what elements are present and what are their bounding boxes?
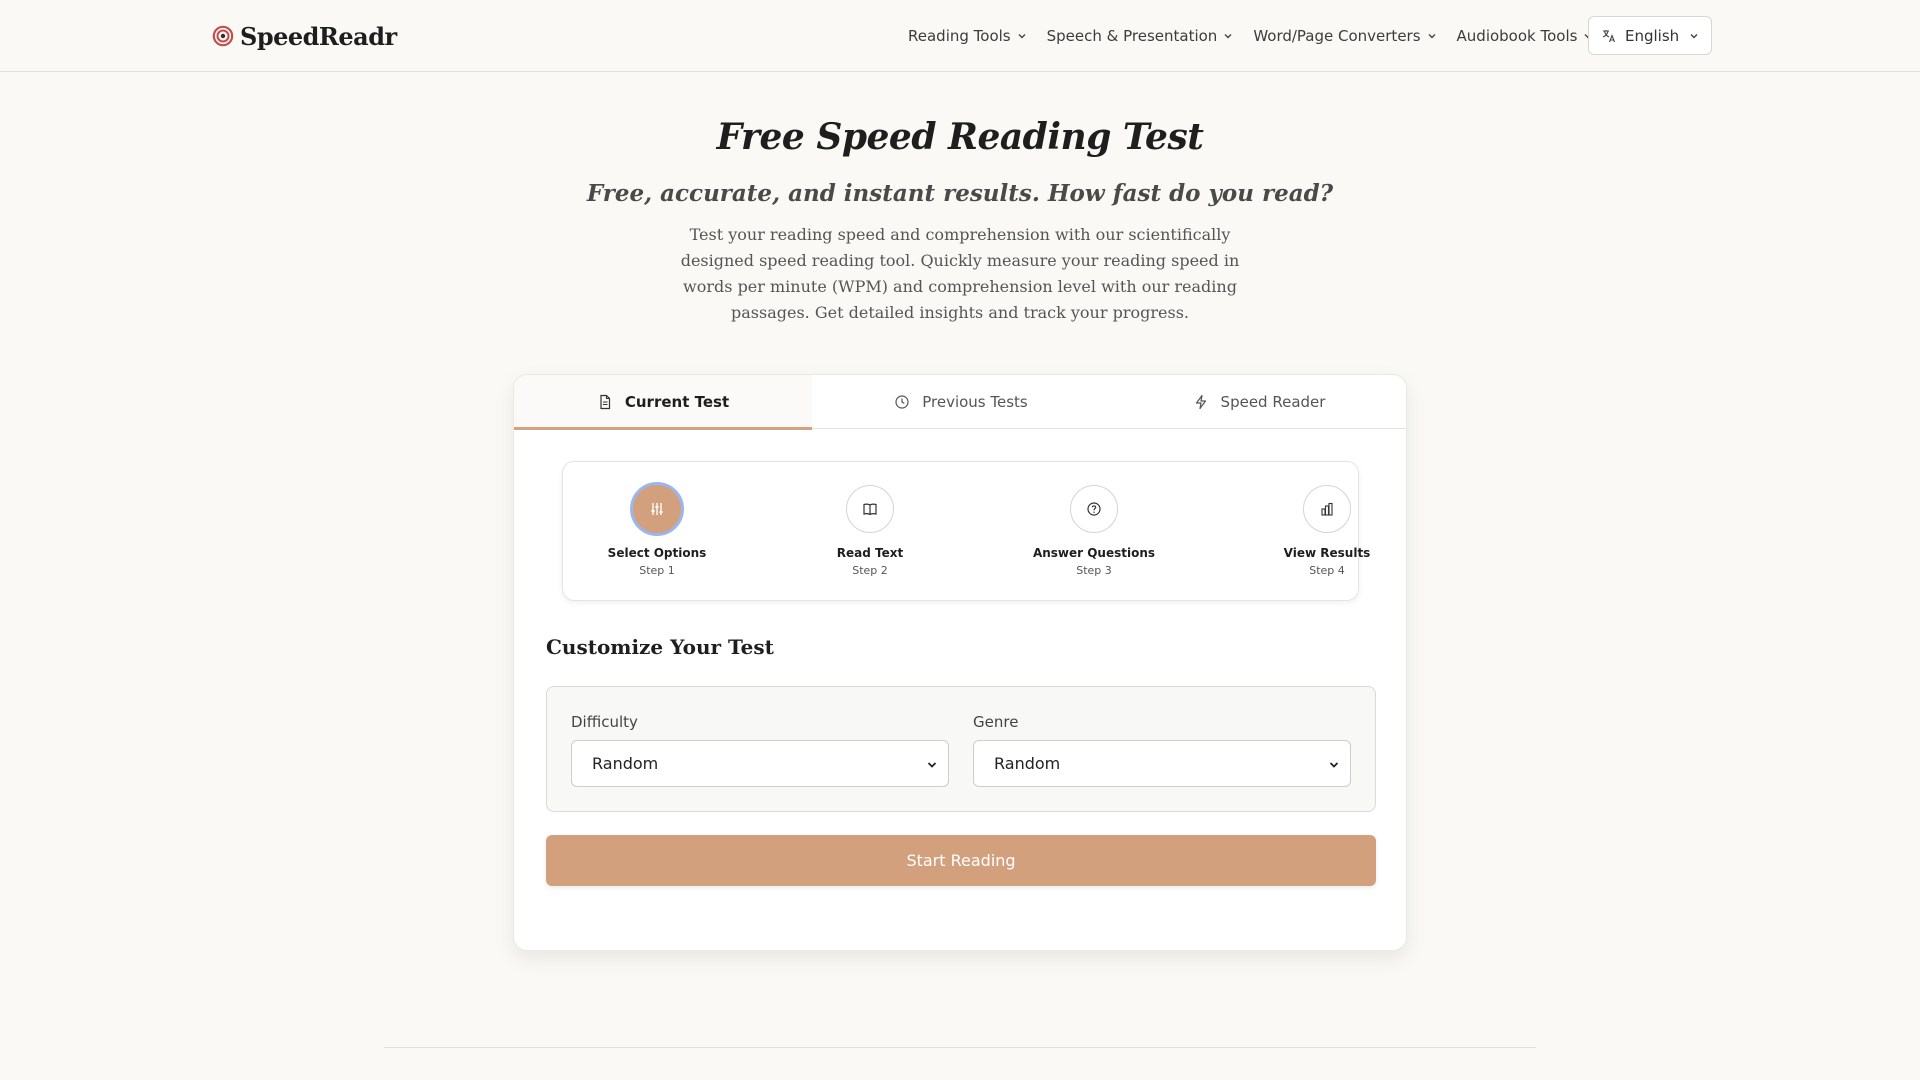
lightning-icon bbox=[1195, 394, 1206, 410]
page-description: Test your reading speed and comprehensio… bbox=[680, 225, 1240, 322]
page-subtitle: Free, accurate, and instant results. How… bbox=[586, 180, 1334, 207]
difficulty-label: Difficulty bbox=[571, 713, 638, 731]
nav-item-label: Audiobook Tools bbox=[1456, 27, 1578, 45]
nav-item-label: Reading Tools bbox=[908, 27, 1011, 45]
difficulty-select[interactable]: Random bbox=[571, 740, 949, 787]
test-card: Current Test Previous Tests Speed Reader bbox=[513, 374, 1407, 951]
step-indicator bbox=[1070, 485, 1118, 533]
chevron-down-icon bbox=[1224, 34, 1232, 39]
bar-chart-icon bbox=[1321, 502, 1333, 516]
difficulty-value: Random bbox=[592, 754, 659, 773]
nav-speech-presentation[interactable]: Speech & Presentation bbox=[1047, 27, 1234, 45]
tab-speed-reader[interactable]: Speed Reader bbox=[1110, 375, 1406, 429]
customize-title: Customize Your Test bbox=[546, 635, 774, 659]
step-number: Step 4 bbox=[1309, 564, 1345, 577]
clock-icon bbox=[895, 395, 909, 409]
language-label: English bbox=[1625, 26, 1680, 45]
chevron-down-icon bbox=[1428, 34, 1436, 39]
step-title: Answer Questions bbox=[1032, 546, 1156, 560]
step-select-options: Select Options Step 1 bbox=[577, 462, 737, 602]
step-read-text: Read Text Step 2 bbox=[790, 462, 950, 602]
chevron-down-icon bbox=[927, 762, 937, 768]
book-icon bbox=[863, 503, 877, 516]
step-answer-questions: Answer Questions Step 3 bbox=[1014, 462, 1174, 602]
nav-audiobook-tools[interactable]: Audiobook Tools bbox=[1457, 27, 1594, 45]
start-reading-button[interactable]: Start Reading bbox=[546, 835, 1376, 886]
step-indicator bbox=[846, 485, 894, 533]
nav-reading-tools[interactable]: Reading Tools bbox=[908, 27, 1027, 45]
step-number: Step 1 bbox=[639, 564, 675, 577]
footer-divider bbox=[384, 1047, 1536, 1048]
chevron-down-icon bbox=[1018, 34, 1026, 39]
tab-label: Previous Tests bbox=[922, 393, 1028, 411]
nav-item-label: Word/Page Converters bbox=[1253, 27, 1421, 45]
step-view-results: View Results Step 4 bbox=[1247, 462, 1406, 602]
genre-select[interactable]: Random bbox=[973, 740, 1351, 787]
chevron-down-icon bbox=[1690, 33, 1698, 38]
brand-name: SpeedReadr bbox=[240, 21, 397, 51]
tab-current-test[interactable]: Current Test bbox=[514, 375, 812, 430]
step-title: Select Options bbox=[607, 546, 707, 560]
step-title: Read Text bbox=[836, 546, 904, 560]
progress-steps: Select Options Step 1 Read Text Step 2 A… bbox=[562, 461, 1370, 602]
step-indicator bbox=[1303, 485, 1351, 533]
site-header: SpeedReadr Reading Tools Speech & Presen… bbox=[0, 0, 1920, 72]
language-selector[interactable]: English bbox=[1588, 16, 1712, 55]
page-title: Free Speed Reading Test bbox=[716, 116, 1204, 158]
tab-bar: Current Test Previous Tests Speed Reader bbox=[514, 375, 1406, 430]
genre-label: Genre bbox=[973, 713, 1019, 731]
chevron-down-icon bbox=[1329, 762, 1339, 768]
main-nav: Reading Tools Speech & Presentation Word… bbox=[908, 22, 1593, 50]
options-panel: Difficulty Random Genre Random bbox=[546, 686, 1376, 812]
brand[interactable]: SpeedReadr bbox=[212, 20, 397, 52]
tab-label: Speed Reader bbox=[1220, 393, 1326, 411]
spiral-logo-icon bbox=[212, 25, 234, 47]
tab-label: Current Test bbox=[624, 393, 730, 411]
nav-item-label: Speech & Presentation bbox=[1046, 27, 1218, 45]
step-number: Step 3 bbox=[1076, 564, 1112, 577]
genre-value: Random bbox=[994, 754, 1061, 773]
translate-icon bbox=[1602, 29, 1616, 42]
tab-previous-tests[interactable]: Previous Tests bbox=[812, 375, 1110, 429]
question-icon bbox=[1087, 502, 1101, 516]
nav-word-page-converters[interactable]: Word/Page Converters bbox=[1253, 27, 1436, 45]
document-icon bbox=[600, 394, 610, 410]
step-number: Step 2 bbox=[852, 564, 888, 577]
step-indicator bbox=[630, 482, 684, 536]
step-title: View Results bbox=[1283, 546, 1371, 560]
sliders-icon bbox=[651, 503, 663, 515]
